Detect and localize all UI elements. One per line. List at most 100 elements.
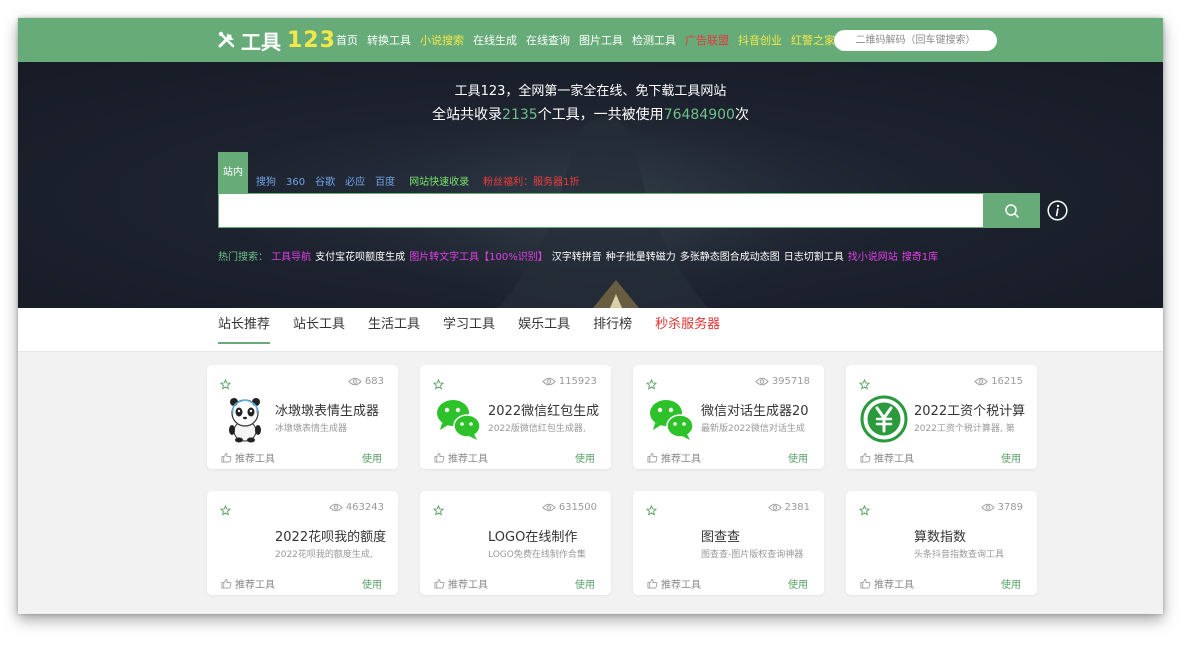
- nav-link[interactable]: 图片工具: [579, 32, 623, 48]
- search-box: [218, 193, 984, 228]
- category-tab[interactable]: 秒杀服务器: [655, 308, 720, 352]
- search-input[interactable]: [219, 194, 983, 227]
- site-logo[interactable]: 工具 123: [217, 26, 336, 54]
- tool-title[interactable]: 冰墩墩表情生成器: [275, 400, 387, 419]
- tool-card[interactable]: 16215 2022工资个税计算 2022工资个税计算器, 第推荐工具 使用: [846, 365, 1037, 469]
- star-icon[interactable]: [645, 375, 658, 390]
- use-link[interactable]: 使用: [362, 576, 382, 591]
- recommend-tool[interactable]: 推荐工具: [434, 576, 488, 591]
- category-tab[interactable]: 站长推荐: [218, 308, 271, 352]
- tool-card[interactable]: 3789 算数指数 头条抖音指数查询工具 推荐工具 使用: [846, 491, 1037, 595]
- tool-title[interactable]: LOGO在线制作: [488, 526, 600, 545]
- tool-count: 2135: [502, 107, 538, 123]
- recommend-tool[interactable]: 推荐工具: [221, 450, 275, 465]
- engine-tab[interactable]: 百度: [370, 173, 400, 193]
- hero-banner: 工具123，全网第一家全在线、免下载工具网站 全站共收录2135个工具，一共被使…: [18, 62, 1163, 308]
- category-tab[interactable]: 学习工具: [443, 308, 495, 352]
- category-tab[interactable]: 排行榜: [593, 308, 632, 352]
- recommend-label: 推荐工具: [661, 454, 701, 465]
- hot-search-link[interactable]: 日志切割工具: [784, 252, 844, 263]
- eye-icon: [755, 377, 769, 386]
- tool-title[interactable]: 算数指数: [914, 526, 1026, 545]
- view-count: 115923: [542, 376, 597, 387]
- nav-link[interactable]: 抖音创业: [738, 32, 782, 48]
- eye-icon: [348, 377, 362, 386]
- tool-card[interactable]: 395718 微信对话生成器20 最新版2022微信对话生成 推荐工具 使用: [633, 365, 824, 469]
- recommend-tool[interactable]: 推荐工具: [221, 576, 275, 591]
- star-icon[interactable]: [645, 501, 658, 516]
- hero-tagline: 工具123，全网第一家全在线、免下载工具网站: [454, 84, 727, 99]
- hot-search-link[interactable]: 汉字转拼音: [552, 252, 602, 263]
- tool-title[interactable]: 2022工资个税计算: [914, 400, 1026, 419]
- nav-link[interactable]: 广告联盟: [685, 32, 729, 48]
- hot-search-link[interactable]: 多张静态图合成动态图: [680, 252, 780, 263]
- view-count-value: 463243: [345, 502, 384, 513]
- eye-icon: [329, 503, 343, 512]
- recommend-label: 推荐工具: [661, 580, 701, 591]
- hot-search-link[interactable]: 工具导航: [271, 252, 311, 263]
- use-link[interactable]: 使用: [362, 450, 382, 465]
- nav-link[interactable]: 转换工具: [367, 32, 411, 48]
- recommend-tool[interactable]: 推荐工具: [860, 576, 914, 591]
- tool-title[interactable]: 2022花呗我的额度: [275, 526, 387, 545]
- hot-search-link[interactable]: 种子批量转磁力: [606, 252, 676, 263]
- search-icon: [1004, 203, 1019, 218]
- hot-search-link[interactable]: 找小说网站: [848, 252, 898, 263]
- category-tab[interactable]: 娱乐工具: [518, 308, 570, 352]
- recommend-tool[interactable]: 推荐工具: [434, 450, 488, 465]
- use-link[interactable]: 使用: [788, 450, 808, 465]
- hot-search-link[interactable]: 支付宝花呗额度生成: [315, 252, 405, 263]
- recommend-tool[interactable]: 推荐工具: [647, 576, 701, 591]
- use-link[interactable]: 使用: [1001, 576, 1021, 591]
- tool-title[interactable]: 图查查: [701, 526, 813, 545]
- engine-tab[interactable]: 谷歌: [310, 173, 340, 193]
- logo-text: 工具: [241, 29, 281, 54]
- use-link[interactable]: 使用: [788, 576, 808, 591]
- engine-tab[interactable]: 必应: [340, 173, 370, 193]
- hot-search-link[interactable]: 搜奇1库: [902, 252, 938, 263]
- star-icon[interactable]: [858, 501, 871, 516]
- hot-search-link[interactable]: 图片转文字工具【100%识别】: [409, 252, 548, 263]
- use-link[interactable]: 使用: [575, 450, 595, 465]
- tool-card[interactable]: 2381 图查查图查查-图片版权查询神器推荐工具 使用: [633, 491, 824, 595]
- tool-card[interactable]: 463243 2022花呗我的额度 2022花呗我的额度生成, 推荐工具 使用: [207, 491, 398, 595]
- nav-link[interactable]: 首页: [336, 32, 358, 48]
- engine-tab[interactable]: 360: [281, 173, 310, 193]
- recommend-label: 推荐工具: [235, 454, 275, 465]
- eye-icon: [542, 503, 556, 512]
- star-icon[interactable]: [219, 375, 232, 390]
- view-count-value: 2381: [784, 502, 810, 513]
- recommend-label: 推荐工具: [874, 454, 914, 465]
- tool-title[interactable]: 微信对话生成器20: [701, 400, 813, 419]
- star-icon[interactable]: [432, 375, 445, 390]
- tool-title[interactable]: 2022微信红包生成: [488, 400, 600, 419]
- star-icon[interactable]: [858, 375, 871, 390]
- tool-description: 2022版微信红包生成器,: [488, 424, 586, 434]
- thumbs-up-icon: [860, 452, 871, 463]
- recommend-tool[interactable]: 推荐工具: [647, 450, 701, 465]
- quick-index-link[interactable]: 网站快速收录: [404, 173, 474, 193]
- tool-card[interactable]: 631500 LOGO在线制作 LOGO免费在线制作合集 推荐工具 使用: [420, 491, 611, 595]
- recommend-tool[interactable]: 推荐工具: [860, 450, 914, 465]
- stats-suffix: 次: [734, 107, 749, 123]
- category-tab[interactable]: 站长工具: [293, 308, 345, 352]
- nav-link[interactable]: 在线生成: [473, 32, 517, 48]
- nav-link[interactable]: 红警之家: [791, 32, 835, 48]
- star-icon[interactable]: [432, 501, 445, 516]
- nav-link[interactable]: 在线查询: [526, 32, 570, 48]
- engine-tab[interactable]: 搜狗: [251, 173, 281, 193]
- search-button[interactable]: [983, 193, 1040, 228]
- tool-card[interactable]: 683 冰墩墩表情生成器 冰墩墩表情生成器 推荐工具 使用: [207, 365, 398, 469]
- use-link[interactable]: 使用: [1001, 450, 1021, 465]
- qr-decode-input[interactable]: [834, 30, 997, 51]
- server-discount-link[interactable]: 粉丝福利：服务器1折: [478, 173, 584, 193]
- nav-link[interactable]: 小说搜索: [420, 32, 464, 48]
- info-icon[interactable]: [1047, 200, 1068, 221]
- use-link[interactable]: 使用: [575, 576, 595, 591]
- star-icon[interactable]: [219, 501, 232, 516]
- tool-description: 图查查-图片版权查询神器: [701, 550, 804, 560]
- category-tab[interactable]: 生活工具: [368, 308, 420, 352]
- nav-link[interactable]: 检测工具: [632, 32, 676, 48]
- engine-tab[interactable]: 站内: [218, 152, 248, 193]
- tool-card[interactable]: 115923 2022微信红包生成 2022版微信红包生成器, 推荐工具 使用: [420, 365, 611, 469]
